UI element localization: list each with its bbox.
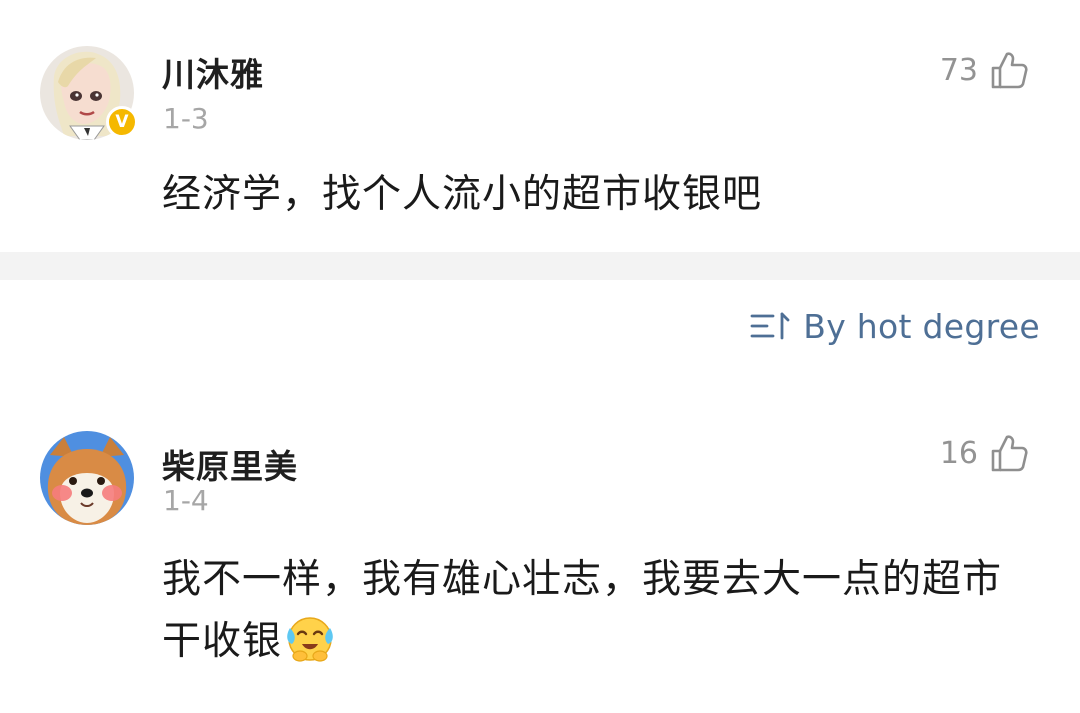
like-count: 16: [939, 435, 978, 471]
comment-item: V 川沐雅 1-3 73 经济学，找个人流小的超市收银吧: [0, 0, 1080, 252]
thumbs-up-icon[interactable]: [990, 433, 1028, 473]
username[interactable]: 川沐雅: [162, 48, 264, 96]
section-divider: [0, 252, 1080, 280]
like-button[interactable]: 73: [940, 50, 1028, 90]
comment-page: V 川沐雅 1-3 73 经济学，找个人流小的超市收银吧 By hot degr…: [0, 0, 1080, 713]
avatar-container[interactable]: V: [40, 46, 138, 140]
username[interactable]: 柴原里美: [162, 440, 298, 488]
avatar[interactable]: [40, 431, 134, 525]
sort-icon: [750, 312, 790, 340]
sort-label: By hot degree: [803, 306, 1040, 346]
crying-smile-emoji-icon: [287, 617, 333, 662]
comment-date: 1-3: [163, 102, 209, 135]
comment-text: 经济学，找个人流小的超市收银吧: [162, 172, 763, 217]
like-button[interactable]: 16: [940, 433, 1028, 473]
comment-date: 1-4: [163, 484, 209, 517]
comment-text: 我不一样，我有雄心壮志，我要去大一点的超市干收银: [162, 549, 1022, 673]
comment-item: 柴原里美 1-4 16 我不一样，我有雄心壮志，我要去大一点的超市干收银: [0, 408, 1080, 713]
thumbs-up-icon[interactable]: [990, 50, 1028, 90]
avatar-container[interactable]: [40, 431, 134, 525]
sort-by-hot-button[interactable]: By hot degree: [749, 306, 1040, 346]
like-count: 73: [939, 52, 978, 88]
verified-badge: V: [106, 106, 138, 138]
